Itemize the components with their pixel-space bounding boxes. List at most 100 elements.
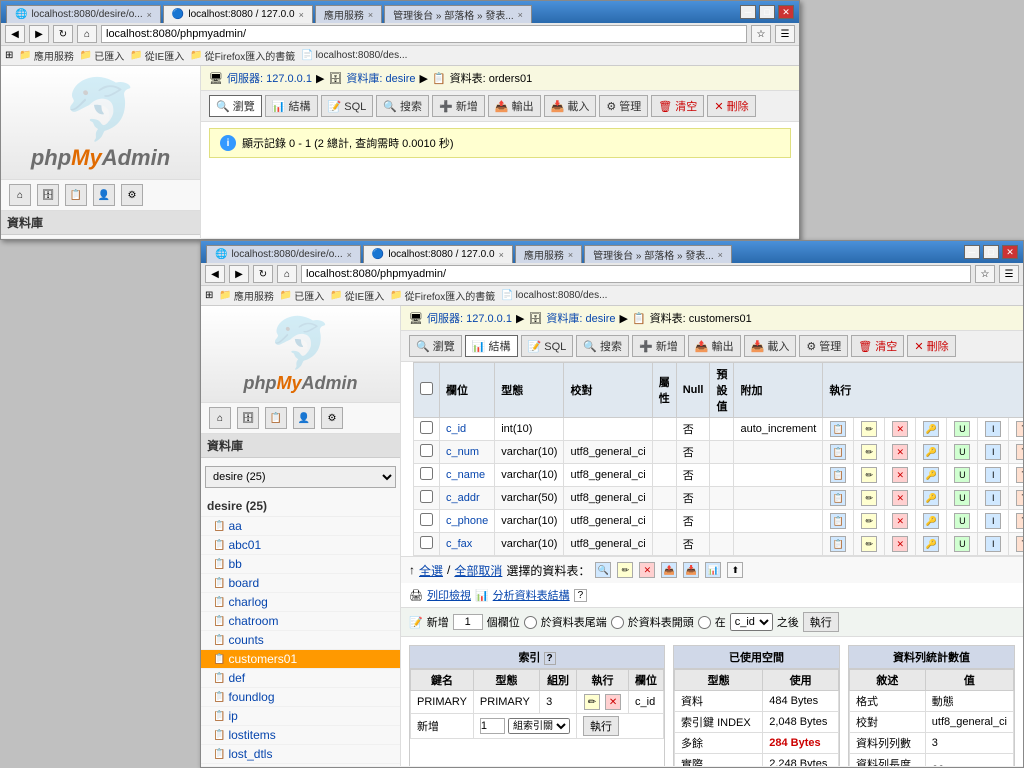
server-link-2[interactable]: 伺服器: 127.0.0.1 (427, 310, 512, 326)
row-primary-icon-3[interactable]: 🔑 (923, 490, 939, 506)
structure-btn-2[interactable]: 📊 結構 (465, 335, 518, 357)
settings-icon-2[interactable]: ⚙ (321, 407, 343, 429)
bookmark-firefox-2[interactable]: 📁 從Firefox匯入的書籤 (390, 288, 495, 303)
minimize-button-2[interactable]: ─ (964, 245, 980, 259)
cell-action-index-0[interactable]: I (978, 418, 1009, 441)
action-browse-icon[interactable]: 🔍 (595, 562, 611, 578)
cell-action-view-4[interactable]: 📋 (823, 510, 854, 533)
tab-close-2-4[interactable]: × (718, 250, 723, 260)
action-delete-icon[interactable]: ✕ (639, 562, 655, 578)
row-index-icon-3[interactable]: I (985, 490, 1001, 506)
go-button[interactable]: 執行 (803, 612, 839, 632)
row-primary-icon-1[interactable]: 🔑 (923, 444, 939, 460)
back-button-2[interactable]: ◀ (205, 265, 225, 283)
tab-1-2[interactable]: 🔵 localhost:8080 / 127.0.0 × (163, 5, 313, 23)
row-edit-icon-5[interactable]: ✏ (861, 536, 877, 552)
sidebar-table-aa[interactable]: 📋 aa (201, 517, 400, 536)
back-button-1[interactable]: ◀ (5, 25, 25, 43)
server-link-1[interactable]: 伺服器: 127.0.0.1 (227, 70, 312, 86)
insert-count-input[interactable] (453, 614, 483, 630)
forward-button-2[interactable]: ▶ (229, 265, 249, 283)
cell-action-index-5[interactable]: I (978, 533, 1009, 556)
cell-action-index-1[interactable]: I (978, 441, 1009, 464)
home-sidebar-icon-2[interactable]: ⌂ (209, 407, 231, 429)
cell-action-edit-2[interactable]: ✏ (854, 464, 885, 487)
sidebar-table-lostitems[interactable]: 📋 lostitems (201, 726, 400, 745)
cell-action-fulltext-1[interactable]: T (1009, 441, 1023, 464)
action-import-icon[interactable]: 📥 (683, 562, 699, 578)
cell-action-index-4[interactable]: I (978, 510, 1009, 533)
row-index-icon-1[interactable]: I (985, 444, 1001, 460)
browse-btn-2[interactable]: 🔍 瀏覽 (409, 335, 462, 357)
sql-btn-1[interactable]: 📝 SQL (321, 95, 374, 117)
row-fulltext-icon-0[interactable]: T (1016, 421, 1023, 437)
index-go-button[interactable]: 執行 (583, 716, 619, 736)
sidebar-table-abc01[interactable]: 📋 abc01 (201, 536, 400, 555)
cell-action-unique-1[interactable]: U (947, 441, 978, 464)
cell-action-view-3[interactable]: 📋 (823, 487, 854, 510)
cell-action-primary-3[interactable]: 🔑 (916, 487, 947, 510)
db-link-2[interactable]: 資料庫: desire (546, 310, 615, 326)
cell-action-view-1[interactable]: 📋 (823, 441, 854, 464)
bookmark-apps-2[interactable]: 📁 應用服務 (219, 288, 273, 303)
cell-action-delete-3[interactable]: ✕ (885, 487, 916, 510)
tab-2-2[interactable]: 🔵 localhost:8080 / 127.0.0 × (363, 245, 513, 263)
row-checkbox-1[interactable] (420, 444, 433, 457)
cell-action-unique-4[interactable]: U (947, 510, 978, 533)
tab-1-4[interactable]: 管理後台 » 部落格 » 發表... × (384, 5, 532, 23)
row-index-icon-0[interactable]: I (985, 421, 1001, 437)
cell-action-unique-0[interactable]: U (947, 418, 978, 441)
tab-close-1-2[interactable]: × (299, 10, 304, 20)
select-all-link[interactable]: 全選 (419, 562, 443, 579)
row-delete-icon-4[interactable]: ✕ (892, 513, 908, 529)
row-unique-icon-1[interactable]: U (954, 444, 970, 460)
maximize-button-2[interactable]: □ (983, 245, 999, 259)
export-btn-2[interactable]: 📤 輸出 (688, 335, 741, 357)
tab-close-1-4[interactable]: × (518, 10, 523, 20)
drop-btn-2[interactable]: ✕ 刪除 (907, 335, 955, 357)
tab-2-3[interactable]: 應用服務 × (515, 245, 582, 263)
cell-action-delete-2[interactable]: ✕ (885, 464, 916, 487)
row-fulltext-icon-3[interactable]: T (1016, 490, 1023, 506)
cell-action-primary-5[interactable]: 🔑 (916, 533, 947, 556)
cell-action-edit-3[interactable]: ✏ (854, 487, 885, 510)
row-fulltext-icon-2[interactable]: T (1016, 467, 1023, 483)
sidebar-table-orders[interactable]: 📋 orders (201, 764, 400, 766)
row-view-icon-2[interactable]: 📋 (830, 467, 846, 483)
row-checkbox-4[interactable] (420, 513, 433, 526)
address-input-2[interactable] (301, 265, 971, 283)
action-edit-icon[interactable]: ✏ (617, 562, 633, 578)
cell-action-view-2[interactable]: 📋 (823, 464, 854, 487)
row-index-icon-4[interactable]: I (985, 513, 1001, 529)
star-button-1[interactable]: ☆ (751, 25, 771, 43)
close-button-1[interactable]: ✕ (778, 5, 794, 19)
import-btn-1[interactable]: 📥 載入 (544, 95, 597, 117)
row-view-icon-0[interactable]: 📋 (830, 421, 846, 437)
sidebar-table-board[interactable]: 📋 board (201, 574, 400, 593)
empty-btn-2[interactable]: 🗑 清空 (851, 335, 904, 357)
manage-btn-2[interactable]: ⚙ 管理 (799, 335, 848, 357)
action-move-icon[interactable]: ⬆ (727, 562, 743, 578)
cell-action-primary-1[interactable]: 🔑 (916, 441, 947, 464)
settings-icon-1[interactable]: ⚙ (121, 184, 143, 206)
insert-btn-1[interactable]: ➕ 新增 (432, 95, 485, 117)
table-icon-1[interactable]: 📋 (65, 184, 87, 206)
row-primary-icon-0[interactable]: 🔑 (923, 421, 939, 437)
insert-btn-2[interactable]: ➕ 新增 (632, 335, 685, 357)
row-checkbox-5[interactable] (420, 536, 433, 549)
cell-action-index-2[interactable]: I (978, 464, 1009, 487)
analyze-link[interactable]: 分析資料表結構 (493, 587, 570, 603)
row-fulltext-icon-4[interactable]: T (1016, 513, 1023, 529)
maximize-button-1[interactable]: □ (759, 5, 775, 19)
action-export-icon[interactable]: 📤 (661, 562, 677, 578)
structure-btn-1[interactable]: 📊 結構 (265, 95, 318, 117)
action-analyze-icon[interactable]: 📊 (705, 562, 721, 578)
row-fulltext-icon-5[interactable]: T (1016, 536, 1023, 552)
cell-action-edit-5[interactable]: ✏ (854, 533, 885, 556)
row-checkbox-2[interactable] (420, 467, 433, 480)
tab-close-2-1[interactable]: × (347, 250, 352, 260)
cell-action-delete-1[interactable]: ✕ (885, 441, 916, 464)
sidebar-table-foundlog[interactable]: 📋 foundlog (201, 688, 400, 707)
cell-action-index-3[interactable]: I (978, 487, 1009, 510)
sql-btn-2[interactable]: 📝 SQL (521, 335, 574, 357)
